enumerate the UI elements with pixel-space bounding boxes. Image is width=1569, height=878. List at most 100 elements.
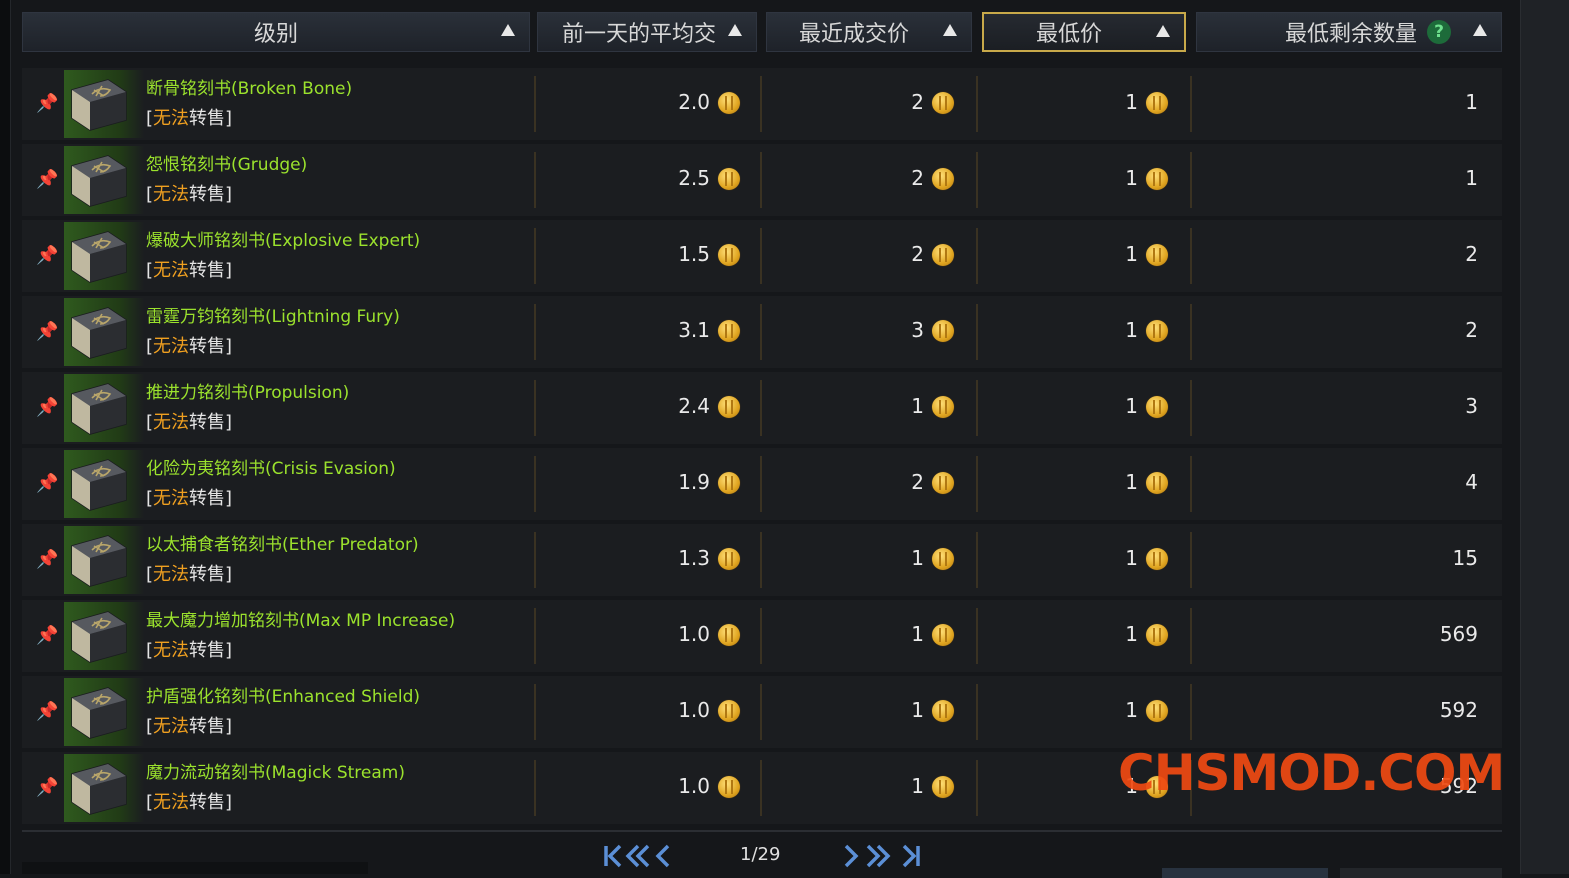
column-header-min-qty[interactable]: 最低剩余数量 ? (1196, 12, 1502, 52)
column-header-grade[interactable]: 级别 (22, 12, 530, 52)
item-row[interactable]: 📌 推进力铭刻书(Propulsion) [无法转售] 2.4 1 1 3 (22, 370, 1502, 446)
recent-price-value: 1 (911, 546, 924, 570)
trade-bracket-open: [ (146, 716, 154, 737)
column-divider (534, 608, 536, 664)
column-header-avg-price[interactable]: 前一天的平均交 (537, 12, 757, 52)
item-row[interactable]: 📌 雷霆万钧铭刻书(Lightning Fury) [无法转售] 3.1 3 1 2 (22, 294, 1502, 370)
lowest-price-value: 1 (1125, 622, 1138, 646)
column-divider (534, 532, 536, 588)
item-row[interactable]: 📌 护盾强化铭刻书(Enhanced Shield) [无法转售] 1.0 1 1 592 (22, 674, 1502, 750)
pin-icon[interactable]: 📌 (36, 778, 58, 798)
bottom-button-1[interactable] (1162, 868, 1328, 878)
inscription-book-icon (71, 611, 127, 663)
help-icon[interactable]: ? (1427, 20, 1451, 44)
gold-coin-icon (932, 776, 954, 798)
trade-resale-text: 转售 (189, 108, 226, 129)
watermark-logo: CHSMOD.COM (1118, 744, 1505, 802)
pin-icon[interactable]: 📌 (36, 322, 58, 342)
column-divider (976, 456, 978, 512)
prev-arrow (655, 844, 670, 868)
next-arrow (844, 844, 859, 868)
trade-bracket-open: [ (146, 792, 154, 813)
trade-resale-text: 转售 (189, 792, 226, 813)
recent-price-value: 1 (911, 394, 924, 418)
trade-blocked-text: 无法 (153, 336, 190, 357)
trade-bracket-open: [ (146, 260, 154, 281)
item-row[interactable]: 📌 最大魔力增加铭刻书(Max MP Increase) [无法转售] 1.0 1 1 56… (22, 598, 1502, 674)
column-header-recent-label: 最近成交价 (798, 22, 909, 47)
trade-blocked-text: 无法 (153, 488, 190, 509)
pin-icon[interactable]: 📌 (36, 94, 58, 114)
page-indicator: 1/29 (740, 844, 781, 865)
column-header-min-qty-label: 最低剩余数量 (1284, 22, 1417, 47)
item-name: 魔力流动铭刻书(Magick Stream) (146, 763, 405, 783)
column-header-lowest-label: 最低价 (1035, 22, 1102, 47)
item-name: 最大魔力增加铭刻书(Max MP Increase) (146, 611, 456, 631)
item-icon-frame (64, 374, 144, 442)
trade-bracket-open: [ (146, 488, 154, 509)
gold-coin-icon (932, 700, 954, 722)
item-row[interactable]: 📌 断骨铭刻书(Broken Bone) [无法转售] 2.0 2 1 1 (22, 66, 1502, 142)
column-divider (760, 608, 762, 664)
avg-price-value: 1.0 (678, 698, 710, 722)
footer-divider (22, 830, 1502, 832)
gold-coin-icon (932, 472, 954, 494)
column-divider (1190, 608, 1192, 664)
item-icon-frame (64, 146, 144, 214)
trade-restriction: [无法转售] (146, 636, 232, 662)
prev10-arrow-b (635, 844, 650, 868)
bottom-button-2[interactable] (1340, 868, 1502, 878)
pin-icon[interactable]: 📌 (36, 474, 58, 494)
item-row[interactable]: 📌 以太捕食者铭刻书(Ether Predator) [无法转售] 1.3 1 1 15 (22, 522, 1502, 598)
gold-coin-icon (1146, 472, 1168, 494)
recent-price-value: 2 (911, 166, 924, 190)
gold-coin-icon (718, 320, 740, 342)
item-icon-frame (64, 450, 144, 518)
lowest-price-value: 1 (1125, 394, 1138, 418)
column-header-recent-price[interactable]: 最近成交价 (766, 12, 972, 52)
last-page-arrow (902, 844, 917, 868)
right-scroll-area (1520, 0, 1569, 874)
item-row[interactable]: 📌 化险为夷铭刻书(Crisis Evasion) [无法转售] 1.9 2 1 4 (22, 446, 1502, 522)
trade-restriction: [无法转售] (146, 484, 232, 510)
trade-bracket-open: [ (146, 564, 154, 585)
column-divider (1190, 532, 1192, 588)
trade-resale-text: 转售 (189, 716, 226, 737)
column-header-lowest-price[interactable]: 最低价 (982, 12, 1186, 52)
pin-icon[interactable]: 📌 (36, 626, 58, 646)
pin-icon[interactable]: 📌 (36, 398, 58, 418)
trade-restriction: [无法转售] (146, 712, 232, 738)
item-name: 推进力铭刻书(Propulsion) (146, 383, 350, 403)
pin-icon[interactable]: 📌 (36, 702, 58, 722)
gold-coin-icon (1146, 244, 1168, 266)
gold-coin-icon (1146, 168, 1168, 190)
column-divider (534, 228, 536, 284)
trade-bracket-open: [ (146, 108, 154, 129)
pin-icon[interactable]: 📌 (36, 246, 58, 266)
pin-icon[interactable]: 📌 (36, 170, 58, 190)
trade-blocked-text: 无法 (153, 716, 190, 737)
column-divider (760, 228, 762, 284)
gold-coin-icon (718, 168, 740, 190)
lowest-price-value: 1 (1125, 90, 1138, 114)
item-row[interactable]: 📌 怨恨铭刻书(Grudge) [无法转售] 2.5 2 1 1 (22, 142, 1502, 218)
column-divider (760, 760, 762, 816)
trade-restriction: [无法转售] (146, 256, 232, 282)
item-name: 以太捕食者铭刻书(Ether Predator) (146, 535, 419, 555)
pin-icon[interactable]: 📌 (36, 550, 58, 570)
trade-resale-text: 转售 (189, 564, 226, 585)
gold-coin-icon (718, 244, 740, 266)
item-icon-frame (64, 678, 144, 746)
min-remaining-qty-value: 15 (1452, 546, 1478, 570)
column-divider (976, 228, 978, 284)
inscription-book-icon (71, 535, 127, 587)
gold-coin-icon (718, 472, 740, 494)
column-header-grade-label: 级别 (253, 22, 298, 47)
lowest-price-value: 1 (1125, 698, 1138, 722)
min-remaining-qty-value: 4 (1465, 470, 1478, 494)
inscription-book-icon (71, 383, 127, 435)
trade-bracket-open: [ (146, 640, 154, 661)
item-name: 护盾强化铭刻书(Enhanced Shield) (146, 687, 421, 707)
item-row[interactable]: 📌 爆破大师铭刻书(Explosive Expert) [无法转售] 1.5 2 1 2 (22, 218, 1502, 294)
column-divider (760, 532, 762, 588)
